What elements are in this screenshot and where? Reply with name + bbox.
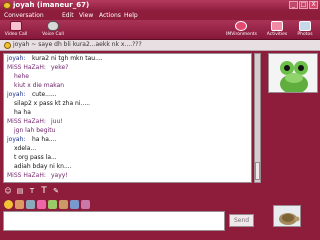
wink-icon[interactable] — [59, 200, 68, 209]
message-text: jgn lah begitu — [14, 127, 56, 134]
chat-scrollbar[interactable] — [254, 53, 261, 183]
sticker-icon[interactable] — [48, 200, 57, 209]
frog-avatar-icon — [269, 54, 317, 92]
audible-icon[interactable]: ▤ — [15, 186, 25, 196]
video-call-label: Video Call — [4, 32, 28, 37]
emoticon-bar — [0, 198, 265, 210]
menu-bar: Conversation Edit View Actions Help — [0, 11, 320, 20]
audible-emote-icon[interactable] — [37, 200, 46, 209]
conversation-history[interactable]: joyah: kura2 ni tgh mkn tau.... MiSS HaZ… — [3, 53, 252, 183]
imvironment-icon — [235, 21, 247, 31]
menu-view[interactable]: View — [79, 11, 93, 20]
emoticon-icon[interactable]: ☺ — [3, 186, 13, 196]
nudge-icon[interactable] — [15, 200, 24, 209]
message-text: ha ha.... — [32, 136, 57, 143]
message-text: cute...... — [32, 91, 57, 98]
message-text: silap2 x pass kt zha ni..... — [14, 100, 91, 107]
file-share-icon[interactable] — [70, 200, 79, 209]
window-title: joyah (imaneur_67) — [13, 1, 90, 9]
title-bar: joyah (imaneur_67) _ □ X — [0, 0, 320, 11]
message-text: t org pass la... — [14, 154, 57, 161]
maximize-button[interactable]: □ — [299, 1, 308, 9]
menu-edit[interactable]: Edit — [62, 11, 74, 20]
menu-help[interactable]: Help — [124, 11, 138, 20]
scroll-thumb[interactable] — [255, 162, 260, 180]
toolbar: Video Call Voice Call IMVironments Activ… — [0, 20, 320, 40]
message-text: juu! — [51, 118, 63, 125]
contact-display-image[interactable] — [268, 53, 318, 93]
minimize-button[interactable]: _ — [289, 1, 298, 9]
message-text: adiah bday ni kn.... — [14, 163, 72, 170]
menu-conversation[interactable]: Conversation — [4, 11, 44, 20]
imvironments-label: IMVironments — [226, 32, 257, 37]
status-message: joyah ~ saye dh bli kura2...aekk nk x...… — [13, 41, 142, 48]
message-text: yayy! — [51, 172, 68, 179]
message-text: hehe — [14, 73, 29, 80]
menu-actions[interactable]: Actions — [99, 11, 121, 20]
sender-name: MiSS HaZaH: — [7, 118, 46, 125]
send-button[interactable]: Send — [229, 214, 254, 227]
message-text: kura2 ni tgh mkn tau.... — [32, 55, 103, 62]
status-message-bar: joyah ~ saye dh bli kura2...aekk nk x...… — [0, 40, 320, 51]
voice-call-label: Voice Call — [42, 32, 64, 37]
game-icon[interactable] — [81, 200, 90, 209]
sender-name: MiSS HaZaH: — [7, 64, 46, 71]
activities-icon — [271, 21, 283, 31]
webcam-icon — [10, 21, 22, 31]
message-text: yeke? — [51, 64, 69, 71]
message-text: kiut x die makan — [14, 82, 65, 89]
messenger-smiley-icon — [3, 2, 11, 9]
smiley-icon[interactable] — [4, 200, 13, 209]
contact-status-icon — [4, 42, 11, 49]
message-input[interactable] — [3, 211, 225, 231]
sender-name: MiSS HaZaH: — [7, 172, 46, 179]
sender-name: joyah: — [7, 91, 26, 98]
video-call-button[interactable]: Video Call — [3, 21, 29, 39]
tortoise-avatar-icon — [274, 206, 300, 226]
message-text: ha ha — [14, 109, 31, 116]
activities-button[interactable]: Activities — [266, 21, 288, 39]
close-button[interactable]: X — [309, 1, 318, 9]
phone-icon — [47, 21, 59, 31]
text-color-icon[interactable]: ✎ — [51, 186, 61, 196]
sender-name: joyah: — [7, 55, 26, 62]
imvironments-button[interactable]: IMVironments — [226, 21, 257, 39]
photos-label: Photos — [297, 32, 313, 37]
activities-label: Activities — [266, 32, 288, 37]
text-size-button[interactable]: T — [39, 186, 49, 196]
font-button[interactable]: T — [27, 186, 37, 196]
format-toolbar: ☺ ▤ T T ✎ — [0, 184, 265, 198]
message-text: xdela... — [14, 145, 37, 152]
photos-icon — [299, 21, 311, 31]
photos-button[interactable]: Photos — [294, 21, 316, 39]
voice-call-button[interactable]: Voice Call — [40, 21, 66, 39]
sender-name: joyah: — [7, 136, 26, 143]
my-display-image[interactable] — [273, 205, 301, 227]
doodle-icon[interactable] — [26, 200, 35, 209]
